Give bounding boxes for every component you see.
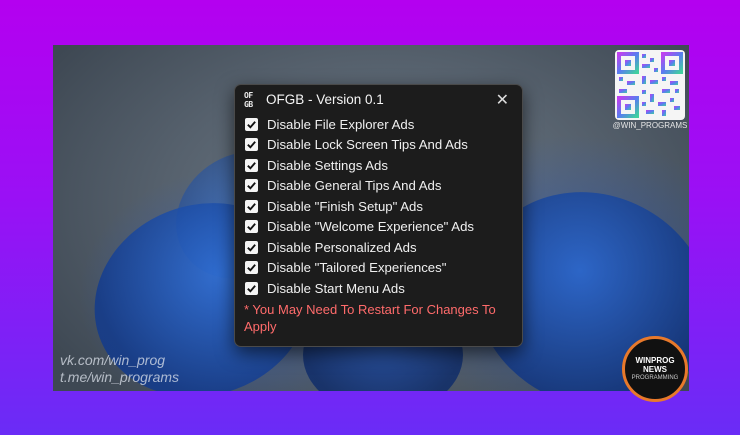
checkbox-checked-icon[interactable] [245, 261, 258, 275]
option-tailored-experiences[interactable]: Disable "Tailored Experiences" [245, 258, 474, 279]
option-finish-setup[interactable]: Disable "Finish Setup" Ads [245, 196, 474, 217]
option-label: Disable "Welcome Experience" Ads [267, 219, 475, 235]
winprog-news-logo: WINPROG NEWS PROGRAMMING [622, 336, 688, 402]
option-label: Disable General Tips And Ads [267, 178, 442, 194]
option-start-menu-ads[interactable]: Disable Start Menu Ads [245, 278, 474, 299]
window-title: OFGB - Version 0.1 [266, 92, 384, 107]
option-label: Disable Start Menu Ads [267, 280, 405, 296]
checkbox-checked-icon[interactable] [245, 179, 258, 193]
restart-warning: * You May Need To Restart For Changes To… [244, 302, 496, 334]
option-label: Disable Personalized Ads [267, 239, 417, 255]
ofgb-app-icon: OF GB [244, 91, 262, 109]
close-icon[interactable]: ✕ [496, 90, 509, 109]
qr-code [615, 50, 685, 120]
checkbox-checked-icon[interactable] [245, 220, 258, 234]
option-label: Disable Settings Ads [267, 157, 388, 173]
checkbox-checked-icon[interactable] [245, 281, 258, 295]
option-label: Disable "Finish Setup" Ads [267, 198, 423, 214]
logo-text: NEWS [643, 364, 667, 374]
checkbox-checked-icon[interactable] [245, 240, 258, 254]
watermark: vk.com/win_prog t.me/win_programs [60, 352, 179, 386]
checkbox-checked-icon[interactable] [245, 138, 258, 152]
logo-text: WINPROG [635, 355, 675, 365]
option-label: Disable File Explorer Ads [267, 116, 415, 132]
title-bar[interactable]: OF GB OFGB - Version 0.1 ✕ [235, 85, 522, 115]
option-general-tips[interactable]: Disable General Tips And Ads [245, 176, 474, 197]
logo-text: PROGRAMMING [631, 374, 679, 381]
watermark-telegram: t.me/win_programs [60, 369, 180, 385]
checkbox-checked-icon[interactable] [245, 117, 258, 131]
option-welcome-experience[interactable]: Disable "Welcome Experience" Ads [245, 217, 474, 238]
option-file-explorer-ads[interactable]: Disable File Explorer Ads [245, 114, 474, 135]
option-settings-ads[interactable]: Disable Settings Ads [245, 155, 474, 176]
qr-code-icon [617, 52, 683, 118]
option-label: Disable Lock Screen Tips And Ads [267, 137, 468, 153]
option-lock-screen-tips[interactable]: Disable Lock Screen Tips And Ads [245, 135, 474, 156]
checkbox-checked-icon[interactable] [245, 158, 258, 172]
ofgb-window: OF GB OFGB - Version 0.1 ✕ Disable File … [234, 84, 523, 347]
options-list: Disable File Explorer Ads Disable Lock S… [245, 114, 474, 299]
qr-handle: @WIN_PROGRAMS [612, 121, 688, 130]
app-icon-text: OF GB [244, 91, 253, 109]
checkbox-checked-icon[interactable] [245, 199, 258, 213]
option-personalized-ads[interactable]: Disable Personalized Ads [245, 237, 474, 258]
option-label: Disable "Tailored Experiences" [267, 260, 447, 276]
watermark-vk: vk.com/win_prog [60, 352, 166, 368]
